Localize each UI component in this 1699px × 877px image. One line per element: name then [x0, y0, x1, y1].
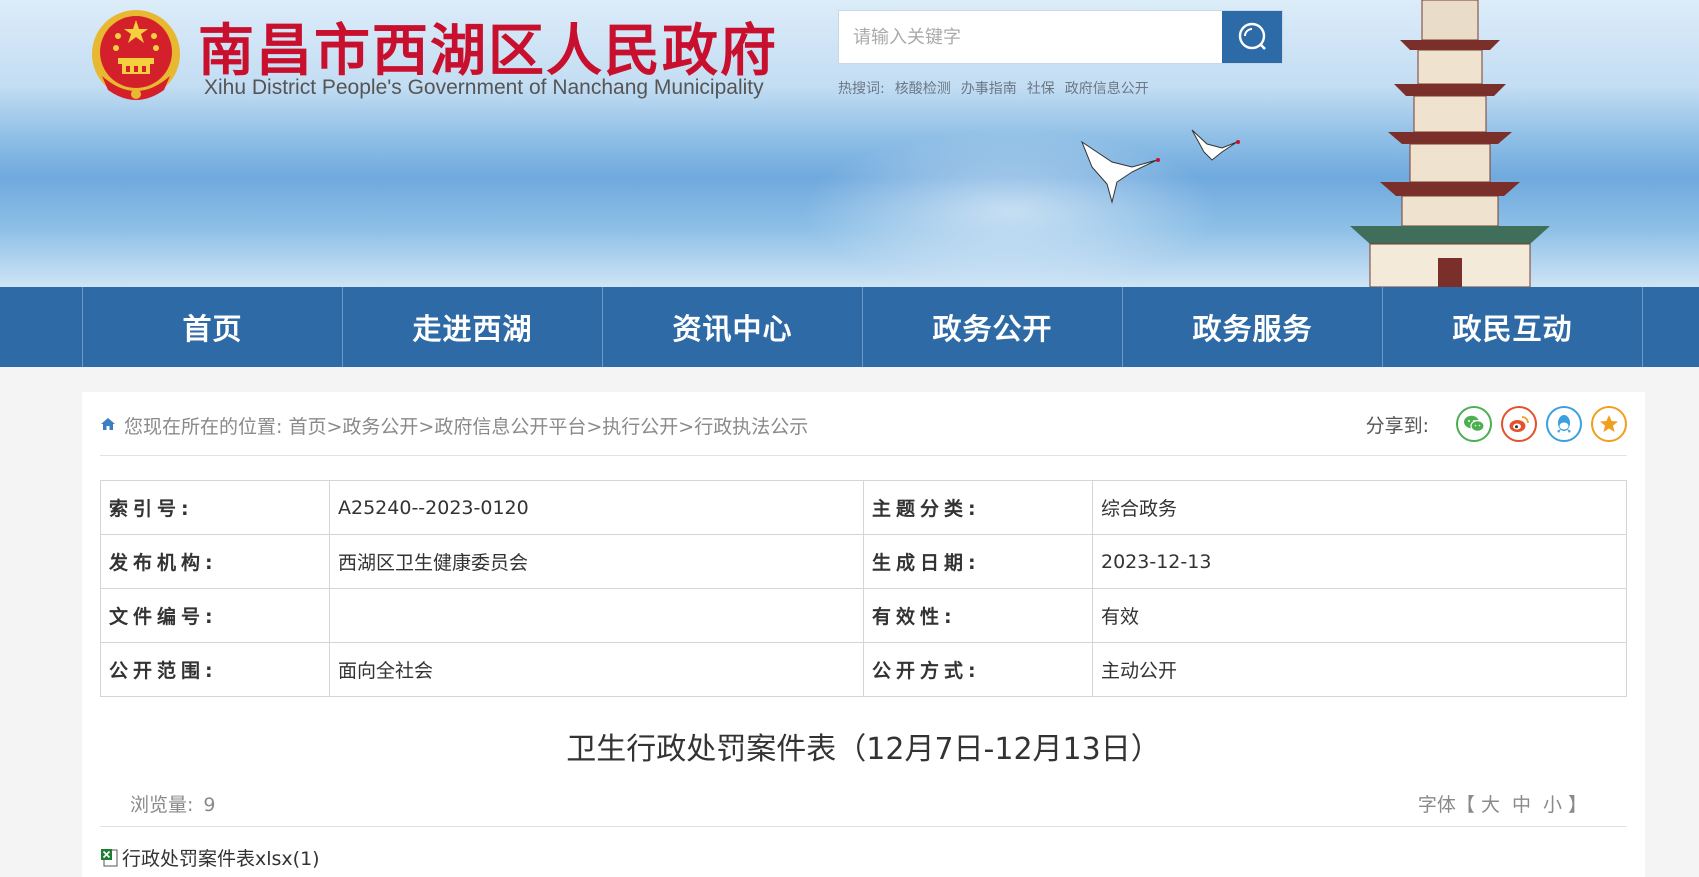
hot-word[interactable]: 社保 — [1027, 81, 1055, 97]
divider — [100, 826, 1627, 827]
font-size-label-close: 】 — [1567, 794, 1587, 816]
font-size-label: 字体【 — [1417, 794, 1475, 816]
hot-words-label: 热搜词: — [838, 81, 885, 97]
meta-key: 有效性: — [863, 588, 1093, 643]
breadcrumb-item[interactable]: 政府信息公开平台 — [434, 416, 586, 438]
breadcrumb-separator: > — [678, 416, 695, 438]
font-size-large-button[interactable]: 大 — [1481, 794, 1500, 816]
breadcrumb-separator: > — [586, 416, 603, 438]
qq-icon — [1557, 415, 1571, 433]
nav-item-news-center[interactable]: 资讯中心 — [603, 287, 863, 367]
breadcrumb-item[interactable]: 执行公开 — [602, 416, 678, 438]
breadcrumb: 您现在所在的位置: 首页>政务公开>政府信息公开平台>执行公开>行政执法公示 — [124, 412, 808, 439]
site-subtitle: Xihu District People's Government of Nan… — [204, 76, 764, 99]
document-metadata-table: 索引号: A25240--2023-0120 主题分类: 综合政务 发布机构: … — [100, 480, 1627, 697]
breadcrumb-item[interactable]: 行政执法公示 — [694, 416, 808, 438]
header-banner: 南昌市西湖区人民政府 Xihu District People's Govern… — [0, 0, 1699, 287]
table-row: 公开范围: 面向全社会 公开方式: 主动公开 — [100, 642, 1627, 697]
table-row: 文件编号: 有效性: 有效 — [100, 588, 1627, 643]
meta-key: 文件编号: — [100, 588, 330, 643]
weibo-icon — [1509, 416, 1529, 432]
home-icon — [101, 418, 115, 430]
search-button[interactable] — [1222, 11, 1282, 63]
hot-word[interactable]: 核酸检测 — [895, 81, 951, 97]
font-size-control: 字体【大中小】 — [1418, 790, 1587, 817]
wechat-icon — [1464, 415, 1485, 433]
meta-key: 发布机构: — [100, 534, 330, 589]
breadcrumb-separator: > — [326, 416, 343, 438]
meta-value — [329, 588, 864, 643]
nav-item-government-services[interactable]: 政务服务 — [1123, 287, 1383, 367]
meta-key: 公开范围: — [100, 642, 330, 697]
nav-item-government-affairs[interactable]: 政务公开 — [863, 287, 1123, 367]
site-title: 南昌市西湖区人民政府 — [198, 18, 778, 84]
pagoda-illustration — [1350, 0, 1550, 287]
nav-item-interaction[interactable]: 政民互动 — [1383, 287, 1643, 367]
breadcrumb-bar: 您现在所在的位置: 首页>政务公开>政府信息公开平台>执行公开>行政执法公示 分… — [100, 392, 1627, 456]
meta-value: A25240--2023-0120 — [329, 480, 864, 535]
meta-value: 2023-12-13 — [1092, 534, 1627, 589]
share-bar: 分享到: — [1366, 406, 1627, 442]
table-row: 发布机构: 西湖区卫生健康委员会 生成日期: 2023-12-13 — [100, 534, 1627, 589]
share-wechat-button[interactable] — [1456, 406, 1492, 442]
breadcrumb-prefix: 您现在所在的位置: — [124, 416, 283, 438]
cranes-illustration — [1080, 129, 1240, 204]
share-qzone-button[interactable] — [1591, 406, 1627, 442]
content-card: 您现在所在的位置: 首页>政务公开>政府信息公开平台>执行公开>行政执法公示 分… — [82, 392, 1645, 877]
nav-item-about-xihu[interactable]: 走进西湖 — [343, 287, 603, 367]
meta-value: 西湖区卫生健康委员会 — [329, 534, 864, 589]
view-count: 浏览量: 9 — [130, 790, 216, 817]
hot-word[interactable]: 办事指南 — [961, 81, 1017, 97]
meta-key: 生成日期: — [863, 534, 1093, 589]
meta-value: 主动公开 — [1092, 642, 1627, 697]
meta-key: 公开方式: — [863, 642, 1093, 697]
meta-key: 索引号: — [100, 480, 330, 535]
qzone-star-icon — [1600, 415, 1618, 432]
nav-item-home[interactable]: 首页 — [83, 287, 343, 367]
hot-words: 热搜词: 核酸检测 办事指南 社保 政府信息公开 — [838, 78, 1159, 98]
view-count-value: 9 — [203, 794, 216, 816]
table-row: 索引号: A25240--2023-0120 主题分类: 综合政务 — [100, 480, 1627, 535]
share-label: 分享到: — [1365, 414, 1429, 437]
search-box — [838, 10, 1283, 64]
view-count-label: 浏览量: — [130, 794, 194, 816]
meta-value: 综合政务 — [1092, 480, 1627, 535]
excel-file-icon — [101, 848, 118, 866]
meta-value: 面向全社会 — [329, 642, 864, 697]
font-size-small-button[interactable]: 小 — [1543, 794, 1562, 816]
national-emblem-icon — [92, 10, 180, 100]
font-size-medium-button[interactable]: 中 — [1512, 794, 1531, 816]
share-qq-button[interactable] — [1546, 406, 1582, 442]
document-title: 卫生行政处罚案件表（12月7日-12月13日） — [566, 732, 1161, 767]
breadcrumb-separator: > — [418, 416, 435, 438]
breadcrumb-item[interactable]: 首页 — [288, 416, 326, 438]
main-nav: 首页 走进西湖 资讯中心 政务公开 政务服务 政民互动 — [0, 287, 1699, 367]
hot-word[interactable]: 政府信息公开 — [1065, 81, 1149, 97]
share-weibo-button[interactable] — [1501, 406, 1537, 442]
meta-value: 有效 — [1092, 588, 1627, 643]
attachment: 行政处罚案件表xlsx(1) — [100, 844, 320, 871]
breadcrumb-item[interactable]: 政务公开 — [342, 416, 418, 438]
search-icon — [1238, 22, 1266, 50]
meta-key: 主题分类: — [863, 480, 1093, 535]
search-input[interactable] — [839, 11, 1223, 63]
attachment-link[interactable]: 行政处罚案件表xlsx(1) — [122, 844, 320, 871]
